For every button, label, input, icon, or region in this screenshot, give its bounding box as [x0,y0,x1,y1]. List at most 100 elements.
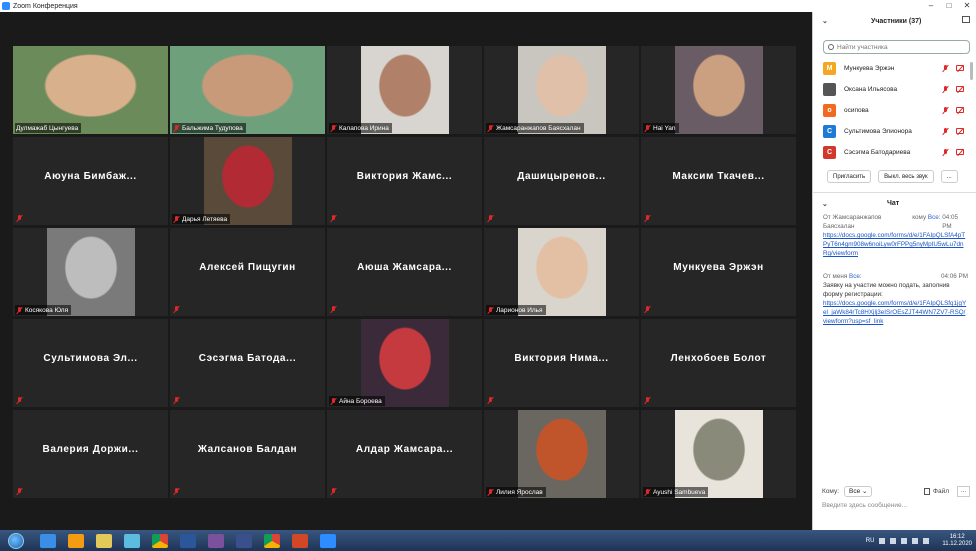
message-text: Заявку на участие можно подать, заполнив… [823,282,950,298]
message-link[interactable]: https://docs.google.com/forms/d/e/1FAIpQ… [823,231,968,258]
participant-tile[interactable]: Hai Yan [641,46,796,134]
media-player-icon[interactable] [68,533,84,548]
file-button[interactable]: Файл [924,487,949,495]
participant-status-icons [942,65,964,72]
participant-row[interactable]: С Сэсэгма Батодариева [813,142,976,163]
mic-muted-icon [942,86,949,93]
tray-icon[interactable] [912,537,919,544]
message-to-prefix: кому [912,214,927,221]
participant-tile[interactable]: Мункуева Эржэн [641,228,796,316]
participant-row[interactable]: С Сультимова Элионора [813,121,976,142]
participant-row[interactable]: Оксана Ильясова [813,79,976,100]
participant-tile[interactable]: Аюуна Бимбаж... [13,137,168,225]
participant-tile[interactable]: Алдар Жамсара... [327,410,482,498]
mic-muted-icon [487,306,494,314]
powerpoint-icon[interactable] [292,533,308,548]
tray-icon[interactable] [901,537,908,544]
save-icon[interactable] [236,533,252,548]
folder-icon[interactable] [96,533,112,548]
chat-to-bar: Кому: Все ⌄ Файл ... [813,484,976,498]
message-sender: От меня [823,273,848,280]
chat-collapse-chevron-icon[interactable]: ⌄ [822,200,828,208]
participant-tile[interactable]: Виктория Жамс... [327,137,482,225]
participant-scrollbar[interactable] [970,62,973,80]
participant-tile[interactable]: Калапова Ирина [327,46,482,134]
word-icon[interactable] [180,533,196,548]
participant-tile[interactable]: Ayushi Sambueva [641,410,796,498]
participant-tile[interactable]: Дулмажаб Цынгуева [13,46,168,134]
participant-name: Ларионов Илья [496,306,543,314]
participant-name: Виктория Жамс... [356,171,453,182]
participant-tile[interactable]: Айна Бороева [327,319,482,407]
camera-off-icon [956,128,964,134]
close-button[interactable]: ✕ [958,0,976,12]
chat-message: От Жамсаранжапов Баясхалан кому Все: 04:… [813,213,976,258]
tray-icon[interactable] [890,537,897,544]
tray-icon[interactable] [879,537,886,544]
window-title: Zoom Конференция [13,2,78,10]
mic-muted-icon [487,124,494,132]
participant-name-label: Калапова Ирина [329,123,392,133]
mic-muted-icon [16,397,23,404]
participant-tile[interactable]: Жалсанов Балдан [170,410,325,498]
mic-muted-icon [942,65,949,72]
file-icon [924,487,931,495]
mute-all-button[interactable]: Выкл. весь звук [878,170,934,183]
clock[interactable]: 16:12 11.12.2020 [942,534,972,548]
participant-tile[interactable]: Лилия Ярослав [484,410,639,498]
participant-row[interactable]: М Мункуева Эржэн [813,58,976,79]
participant-status-icons [942,149,964,156]
message-link[interactable]: https://docs.google.com/forms/d/e/1FAIpQ… [823,299,968,326]
participant-tile[interactable]: Ленхобоев Болот [641,319,796,407]
chat-header: ⌄ Чат [813,193,976,213]
participant-row[interactable]: о осипова [813,100,976,121]
mic-muted-icon [644,397,651,404]
participant-tile[interactable]: Виктория Нима... [484,319,639,407]
participant-tile[interactable]: Алексей Пищугин [170,228,325,316]
chrome-icon-2[interactable] [264,533,280,548]
zoom-window: Zoom Конференция – □ ✕ Дулмажаб Цынгуева… [0,0,976,551]
invite-button[interactable]: Пригласить [827,170,872,183]
recipient-select[interactable]: Все ⌄ [844,485,873,497]
participant-tile[interactable]: Дарья Летяева [170,137,325,225]
language-indicator[interactable]: RU [866,538,875,544]
more-options-button[interactable]: ... [940,170,958,183]
message-time: 04:05 PM [942,214,958,230]
zoom-taskbar-icon[interactable] [320,533,336,548]
chat-more-button[interactable]: ... [957,485,970,497]
video-feed [674,46,763,134]
participant-tile[interactable]: Бальжима Тудупова [170,46,325,134]
video-feed [13,46,168,134]
participant-tile[interactable]: Сультимова Эл... [13,319,168,407]
participant-search-input[interactable]: Найти участника [823,40,970,54]
participant-name: Валерия Доржи... [42,444,139,455]
collapse-chevron-icon[interactable]: ⌄ [822,17,828,25]
participant-name: Ayushi Sambueva [653,488,706,496]
popout-icon[interactable] [962,16,970,23]
mic-muted-icon [487,215,494,222]
participant-tile[interactable]: Косякова Юля [13,228,168,316]
app-icon[interactable] [124,533,140,548]
mic-muted-icon [487,488,494,496]
mic-muted-icon [16,488,23,495]
participant-name: Дулмажаб Цынгуева [16,124,79,132]
viber-icon[interactable] [208,533,224,548]
mic-muted-icon [173,488,180,495]
participant-tile[interactable]: Сэсэгма Батода... [170,319,325,407]
participant-tile[interactable]: Ларионов Илья [484,228,639,316]
participant-tile[interactable]: Жамсаранжапов Баясхалан [484,46,639,134]
chat-input[interactable]: Введите здесь сообщение... [813,502,976,509]
participant-name: Бальжима Тудупова [182,124,243,132]
participant-tile[interactable]: Дашицыренов... [484,137,639,225]
maximize-button[interactable]: □ [940,0,958,12]
participant-tile[interactable]: Аюша Жамсара... [327,228,482,316]
participant-name: Косякова Юля [25,306,69,314]
ie-icon[interactable] [40,533,56,548]
tray-icon[interactable] [923,537,930,544]
participant-name: Жамсаранжапов Баясхалан [496,124,581,132]
participant-tile[interactable]: Валерия Доржи... [13,410,168,498]
minimize-button[interactable]: – [922,0,940,12]
participant-tile[interactable]: Максим Ткачев... [641,137,796,225]
chrome-icon[interactable] [152,533,168,548]
start-button-icon[interactable] [8,532,24,549]
